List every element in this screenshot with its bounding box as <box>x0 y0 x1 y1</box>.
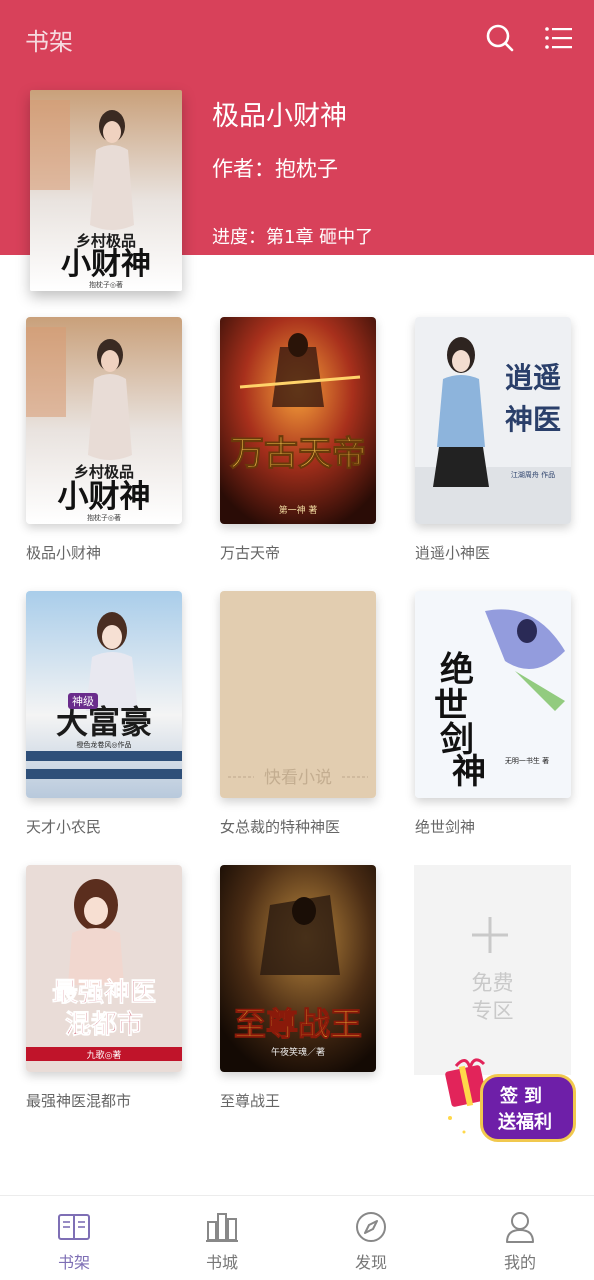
plus-icon <box>472 917 508 953</box>
book-title[interactable]: 万古天帝 <box>220 542 378 563</box>
book-item[interactable]: 快看小说 女总裁的特种神医 <box>220 591 378 837</box>
nav-bookstore[interactable]: 书城 <box>148 1196 296 1280</box>
featured-cover-author: 抱枕子◎著 <box>89 280 123 289</box>
book-title[interactable]: 逍遥小神医 <box>415 542 573 563</box>
cover-art: 逍遥 神医 江湖周舟 作品 <box>415 317 571 524</box>
book-cover[interactable]: 乡村极品 小财神 抱枕子◎著 <box>26 317 182 524</box>
cover-art: 最强神医 混都市 九歌◎著 <box>26 865 182 1072</box>
svg-text:神级: 神级 <box>72 694 94 708</box>
svg-text:快看小说: 快看小说 <box>264 768 332 788</box>
book-cover[interactable]: 绝 世 剑 神 无明一书生 著 <box>415 591 571 798</box>
book-title[interactable]: 天才小农民 <box>26 816 184 837</box>
nav-label: 书城 <box>205 1253 238 1272</box>
svg-text:江湖周舟 作品: 江湖周舟 作品 <box>511 470 555 479</box>
svg-text:小财神: 小财神 <box>58 479 151 515</box>
book-title[interactable]: 极品小财神 <box>26 542 184 563</box>
cover-art: 至尊战王 午夜笑魂／著 <box>220 865 376 1072</box>
book-title[interactable]: 最强神医混都市 <box>26 1090 184 1111</box>
svg-text:无明一书生 著: 无明一书生 著 <box>505 756 549 765</box>
checkin-sub-label: 送福利 <box>498 1112 552 1133</box>
svg-text:神: 神 <box>452 752 486 792</box>
checkin-reward-button[interactable]: 签到 送福利 <box>440 1052 580 1148</box>
book-item[interactable]: 乡村极品 小财神 抱枕子◎著 极品小财神 <box>26 317 184 563</box>
user-icon <box>506 1212 534 1243</box>
book-cover[interactable]: 快看小说 <box>220 591 376 798</box>
nav-label: 书架 <box>57 1253 90 1272</box>
cover-art: 万古天帝 第一神 著 <box>220 317 376 524</box>
compass-icon <box>356 1212 386 1242</box>
book-item[interactable]: 最强神医 混都市 九歌◎著 最强神医混都市 <box>26 865 184 1111</box>
svg-text:万古天帝: 万古天帝 <box>230 434 366 474</box>
cover-art: 绝 世 剑 神 无明一书生 著 <box>415 591 571 798</box>
free-zone-label-1: 免费 <box>471 971 514 995</box>
book-item[interactable]: 大富豪 神级 橙色龙卷风◎作品 天才小农民 <box>26 591 184 837</box>
svg-text:至尊战王: 至尊战王 <box>234 1005 362 1043</box>
bookstore-icon <box>206 1213 238 1242</box>
book-item[interactable]: 逍遥 神医 江湖周舟 作品 逍遥小神医 <box>415 317 573 563</box>
cover-art: 乡村极品 小财神 抱枕子◎著 <box>26 317 182 524</box>
featured-book-title[interactable]: 极品小财神 <box>212 94 347 133</box>
book-cover[interactable]: 大富豪 神级 橙色龙卷风◎作品 <box>26 591 182 798</box>
book-cover[interactable]: 最强神医 混都市 九歌◎著 <box>26 865 182 1072</box>
featured-cover-title-large: 小财神 <box>61 247 151 282</box>
book-cover[interactable]: 至尊战王 午夜笑魂／著 <box>220 865 376 1072</box>
nav-label: 发现 <box>354 1253 387 1272</box>
book-item[interactable]: 至尊战王 午夜笑魂／著 至尊战王 <box>220 865 378 1111</box>
svg-text:逍遥: 逍遥 <box>505 361 561 394</box>
nav-label: 我的 <box>503 1253 536 1272</box>
book-item[interactable]: 万古天帝 第一神 著 万古天帝 <box>220 317 378 563</box>
svg-text:绝: 绝 <box>440 650 474 690</box>
book-title[interactable]: 至尊战王 <box>220 1090 378 1111</box>
svg-text:九歌◎著: 九歌◎著 <box>87 1049 122 1061</box>
bookshelf-icon <box>58 1214 90 1240</box>
svg-text:神医: 神医 <box>505 403 561 436</box>
book-cover[interactable]: 逍遥 神医 江湖周舟 作品 <box>415 317 571 524</box>
list-menu-icon[interactable] <box>544 24 572 52</box>
svg-text:橙色龙卷风◎作品: 橙色龙卷风◎作品 <box>76 740 131 749</box>
cover-art: 大富豪 神级 橙色龙卷风◎作品 <box>26 591 182 798</box>
featured-book-author: 作者：抱枕子 <box>212 157 338 181</box>
book-title[interactable]: 绝世剑神 <box>415 816 573 837</box>
nav-bookshelf[interactable]: 书架 <box>0 1196 148 1280</box>
book-title[interactable]: 女总裁的特种神医 <box>220 816 378 837</box>
page-title: 书架 <box>25 28 73 56</box>
featured-book-cover[interactable]: 乡村极品 小财神 抱枕子◎著 <box>30 90 182 291</box>
svg-text:抱枕子◎著: 抱枕子◎著 <box>87 513 121 522</box>
svg-text:午夜笑魂／著: 午夜笑魂／著 <box>271 1046 325 1058</box>
free-zone-label-2: 专区 <box>471 999 514 1023</box>
free-zone-button[interactable]: 免费 专区 <box>414 865 571 1075</box>
nav-profile[interactable]: 我的 <box>446 1196 594 1280</box>
svg-text:混都市: 混都市 <box>65 1009 143 1040</box>
bottom-nav: 书架 书城 发现 我的 <box>0 1195 594 1280</box>
book-item[interactable]: 绝 世 剑 神 无明一书生 著 绝世剑神 <box>415 591 573 837</box>
svg-text:第一神 著: 第一神 著 <box>279 504 318 516</box>
search-icon[interactable] <box>484 22 516 54</box>
book-cover[interactable]: 万古天帝 第一神 著 <box>220 317 376 524</box>
svg-text:最强神医: 最强神医 <box>52 978 156 1008</box>
featured-cover-art: 乡村极品 小财神 抱枕子◎著 <box>30 90 182 291</box>
featured-book-progress[interactable]: 进度：第1章 砸中了 <box>212 223 373 249</box>
cover-art: 快看小说 <box>220 591 376 798</box>
nav-discover[interactable]: 发现 <box>297 1196 445 1280</box>
checkin-label: 签到 <box>500 1086 548 1107</box>
